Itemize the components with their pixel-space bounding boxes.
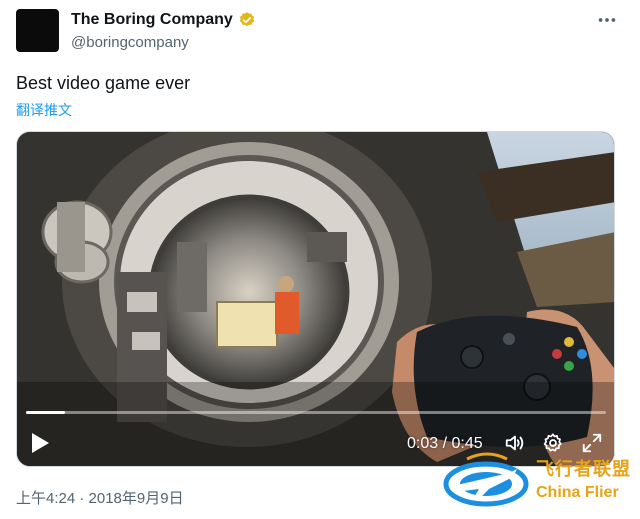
avatar[interactable] <box>16 9 59 52</box>
more-options-icon[interactable] <box>596 9 618 31</box>
account-handle[interactable]: @boringcompany <box>71 34 189 51</box>
verified-badge-icon <box>239 12 254 27</box>
watermark: 飞行者联盟 China Flier <box>437 447 637 513</box>
account-name[interactable]: The Boring Company <box>71 11 233 29</box>
current-time: 0:03 <box>407 435 439 452</box>
progress-fill <box>26 411 65 414</box>
translate-link[interactable]: 翻译推文 <box>16 100 72 120</box>
video-player[interactable]: 0:03 / 0:45 <box>16 131 615 467</box>
tweet-timestamp[interactable]: 上午4:24 · 2018年9月9日 <box>16 487 184 508</box>
video-frame <box>17 132 614 466</box>
progress-bar[interactable] <box>26 411 606 414</box>
tweet-text: Best video game ever <box>16 73 191 93</box>
watermark-cn-text: 飞行者联盟 <box>536 459 631 479</box>
account-name-row[interactable]: The Boring Company <box>71 11 256 29</box>
play-icon[interactable] <box>29 431 51 455</box>
watermark-en-text: China Flier <box>536 484 619 501</box>
watermark-logo-icon <box>443 452 529 507</box>
